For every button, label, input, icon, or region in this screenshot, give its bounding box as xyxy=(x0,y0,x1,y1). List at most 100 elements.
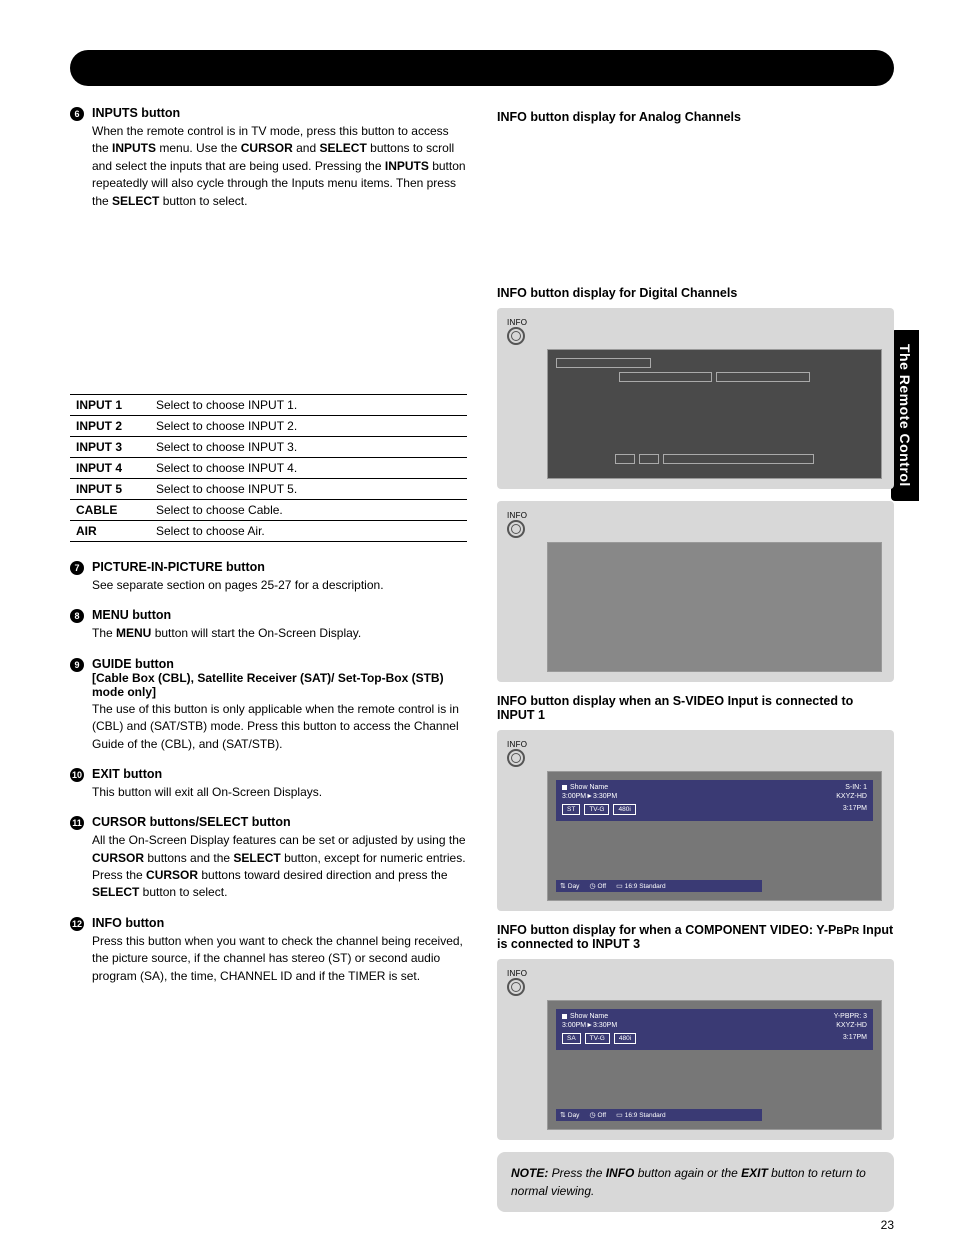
input-desc: Select to choose Air. xyxy=(150,520,467,541)
square-icon xyxy=(562,785,567,790)
osd-tag: 480i xyxy=(614,1033,636,1044)
bullet-6: 6 xyxy=(70,107,84,121)
osd-clock: 3:17PM xyxy=(843,1034,867,1041)
input-desc: Select to choose INPUT 4. xyxy=(150,457,467,478)
item-body: When the remote control is in TV mode, p… xyxy=(92,123,467,210)
input-name: INPUT 5 xyxy=(70,478,150,499)
heading-component: INFO button display for when a COMPONENT… xyxy=(497,923,894,951)
heading-digital: INFO button display for Digital Channels xyxy=(497,286,894,300)
item-guide: 9 GUIDE button [Cable Box (CBL), Satelli… xyxy=(70,657,467,753)
info-label: INFO xyxy=(507,740,527,749)
osd-screen: Show Name S-IN: 1 3:00PM►3:30PM KXYZ-HD … xyxy=(547,771,882,901)
item-pip: 7 PICTURE-IN-PICTURE button See separate… xyxy=(70,560,467,594)
item-subtitle: [Cable Box (CBL), Satellite Receiver (SA… xyxy=(92,671,467,699)
note-box: NOTE: Press the INFO button again or the… xyxy=(497,1152,894,1212)
item-title: INPUTS button xyxy=(92,106,180,120)
input-desc: Select to choose INPUT 3. xyxy=(150,436,467,457)
item-body: Press this button when you want to check… xyxy=(92,933,467,985)
osd-bottom-bar: ⇅Day ◷Off ▭16:9 Standard xyxy=(556,880,762,892)
display-svideo: INFO Show Name S-IN: 1 3:00PM►3:30PM KXY… xyxy=(497,730,894,911)
display-digital-1: INFO xyxy=(497,308,894,489)
osd-show-name: Show Name xyxy=(570,1013,608,1020)
left-column: 6 INPUTS button When the remote control … xyxy=(70,106,467,1212)
osd-clock: 3:17PM xyxy=(843,805,867,812)
item-body: This button will exit all On-Screen Disp… xyxy=(92,784,467,801)
table-row: INPUT 1Select to choose INPUT 1. xyxy=(70,394,467,415)
spacer xyxy=(497,132,894,282)
info-label: INFO xyxy=(507,511,527,520)
side-tab: The Remote Control xyxy=(891,330,919,501)
table-row: INPUT 3Select to choose INPUT 3. xyxy=(70,436,467,457)
osd-tag: 480i xyxy=(613,804,635,815)
osd-time-range: 3:00PM►3:30PM xyxy=(562,793,617,800)
item-body: The use of this button is only applicabl… xyxy=(92,701,467,753)
manual-page: The Remote Control 6 INPUTS button When … xyxy=(0,0,954,1252)
info-button-icon xyxy=(507,978,525,996)
item-cursor: 11 CURSOR buttons/SELECT button All the … xyxy=(70,815,467,902)
inputs-table: INPUT 1Select to choose INPUT 1.INPUT 2S… xyxy=(70,394,467,542)
input-name: INPUT 1 xyxy=(70,394,150,415)
osd-tag: TV-G xyxy=(584,804,609,815)
item-exit: 10 EXIT button This button will exit all… xyxy=(70,767,467,801)
table-row: INPUT 4Select to choose INPUT 4. xyxy=(70,457,467,478)
table-row: INPUT 5Select to choose INPUT 5. xyxy=(70,478,467,499)
aspect-icon: ▭ xyxy=(616,882,623,890)
table-row: CABLESelect to choose Cable. xyxy=(70,499,467,520)
square-icon xyxy=(562,1014,567,1019)
page-number: 23 xyxy=(881,1218,894,1232)
aspect-icon: ▭ xyxy=(616,1111,623,1119)
heading-analog: INFO button display for Analog Channels xyxy=(497,110,894,124)
bullet-9: 9 xyxy=(70,658,84,672)
osd-screen: Show Name Y-PBPR: 3 3:00PM►3:30PM KXYZ-H… xyxy=(547,1000,882,1130)
input-desc: Select to choose INPUT 5. xyxy=(150,478,467,499)
info-button-icon xyxy=(507,327,525,345)
bullet-10: 10 xyxy=(70,768,84,782)
bullet-7: 7 xyxy=(70,561,84,575)
item-title: GUIDE button xyxy=(92,657,467,671)
info-button-icon xyxy=(507,520,525,538)
bullet-12: 12 xyxy=(70,917,84,931)
timer-icon: ◷ xyxy=(589,882,595,890)
display-component: INFO Show Name Y-PBPR: 3 3:00PM►3:30PM K… xyxy=(497,959,894,1140)
item-body: See separate section on pages 25-27 for … xyxy=(92,577,467,594)
item-title: EXIT button xyxy=(92,767,162,781)
bullet-11: 11 xyxy=(70,816,84,830)
bullet-8: 8 xyxy=(70,609,84,623)
updown-icon: ⇅ xyxy=(560,1111,566,1119)
header-black-bar xyxy=(70,50,894,86)
item-title: PICTURE-IN-PICTURE button xyxy=(92,560,265,574)
osd-screen xyxy=(547,349,882,479)
item-info: 12 INFO button Press this button when yo… xyxy=(70,916,467,985)
item-title: CURSOR buttons/SELECT button xyxy=(92,815,291,829)
spacer xyxy=(70,224,467,384)
input-name: CABLE xyxy=(70,499,150,520)
input-desc: Select to choose Cable. xyxy=(150,499,467,520)
osd-banner: Show Name Y-PBPR: 3 3:00PM►3:30PM KXYZ-H… xyxy=(556,1009,873,1050)
heading-svideo: INFO button display when an S-VIDEO Inpu… xyxy=(497,694,894,722)
updown-icon: ⇅ xyxy=(560,882,566,890)
info-label: INFO xyxy=(507,318,527,327)
osd-banner: Show Name S-IN: 1 3:00PM►3:30PM KXYZ-HD … xyxy=(556,780,873,821)
input-desc: Select to choose INPUT 2. xyxy=(150,415,467,436)
osd-tag: TV-G xyxy=(585,1033,610,1044)
item-menu: 8 MENU button The MENU button will start… xyxy=(70,608,467,642)
input-name: INPUT 2 xyxy=(70,415,150,436)
two-column-layout: 6 INPUTS button When the remote control … xyxy=(70,106,894,1212)
info-label: INFO xyxy=(507,969,527,978)
osd-screen xyxy=(547,542,882,672)
item-body: All the On-Screen Display features can b… xyxy=(92,832,467,902)
display-digital-2: INFO xyxy=(497,501,894,682)
osd-tag: SA xyxy=(562,1033,581,1044)
item-body: The MENU button will start the On-Screen… xyxy=(92,625,467,642)
table-row: INPUT 2Select to choose INPUT 2. xyxy=(70,415,467,436)
info-button-icon xyxy=(507,749,525,767)
input-name: INPUT 3 xyxy=(70,436,150,457)
item-inputs: 6 INPUTS button When the remote control … xyxy=(70,106,467,210)
right-column: INFO button display for Analog Channels … xyxy=(497,106,894,1212)
item-title: INFO button xyxy=(92,916,164,930)
osd-channel-id: KXYZ-HD xyxy=(836,1022,867,1029)
input-name: INPUT 4 xyxy=(70,457,150,478)
osd-show-name: Show Name xyxy=(570,784,608,791)
osd-bottom-bar: ⇅Day ◷Off ▭16:9 Standard xyxy=(556,1109,762,1121)
item-title: MENU button xyxy=(92,608,171,622)
